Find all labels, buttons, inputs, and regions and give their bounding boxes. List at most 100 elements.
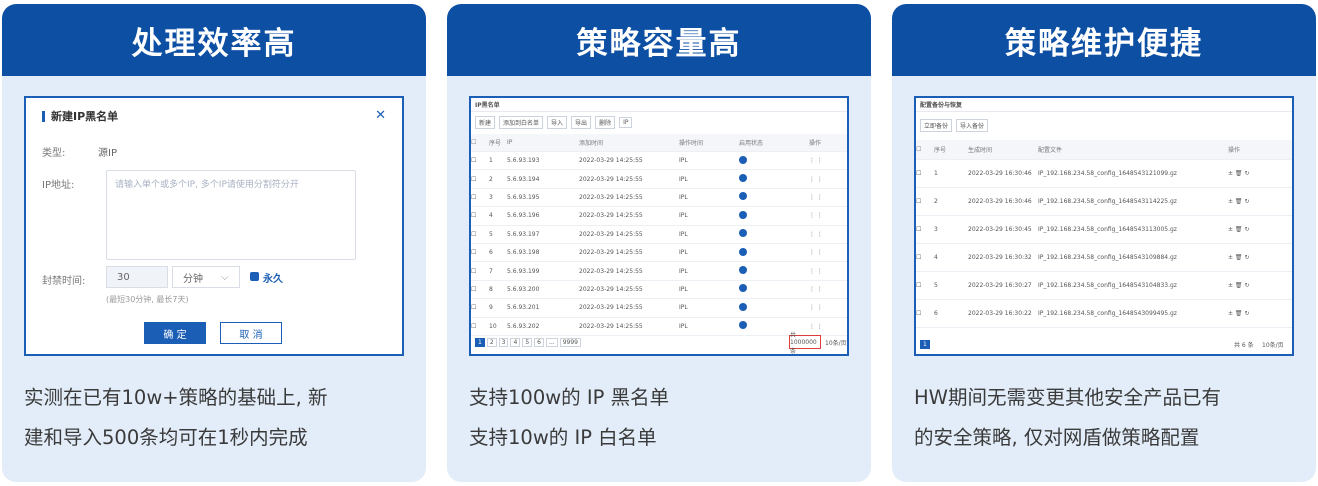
row-actions[interactable]: ⋮ ⋮ <box>809 157 841 164</box>
row-checkbox[interactable]: ☐ <box>471 176 489 183</box>
row-checkbox[interactable]: ☐ <box>471 304 489 311</box>
page-button[interactable]: 6 <box>534 338 544 347</box>
per-page-select[interactable]: 10条/页 <box>1262 340 1284 349</box>
row-ip: 5.6.93.201 <box>507 304 540 312</box>
page-button[interactable]: 1 <box>920 340 930 349</box>
toolbar-button[interactable]: 导入备份 <box>956 118 989 132</box>
status-toggle[interactable] <box>739 229 747 238</box>
toolbar-button[interactable]: 添加到白名单 <box>499 115 544 129</box>
row-actions[interactable]: ± 🗑 ↻ <box>1228 198 1288 205</box>
status-toggle[interactable] <box>739 174 747 183</box>
status-toggle[interactable] <box>739 321 747 330</box>
row-number: 6 <box>489 249 493 257</box>
toolbar-button[interactable]: 导出 <box>571 115 592 129</box>
row-checkbox[interactable]: ☐ <box>471 286 489 293</box>
table-title: 配置备份与恢复 <box>916 98 1292 112</box>
status-toggle[interactable] <box>739 247 747 256</box>
per-page-select[interactable]: 10条/页 <box>825 338 847 347</box>
row-checkbox[interactable]: ☐ <box>916 226 934 233</box>
row-checkbox[interactable]: ☐ <box>916 310 934 317</box>
row-actions[interactable]: ⋮ ⋮ <box>809 231 841 238</box>
table-row: ☐ 3 2022-03-29 16:30:45 IP_192.168.234.58_c… <box>916 216 1292 244</box>
table-row: ☐ 2 2022-03-29 16:30:46 IP_192.168.234.58_c… <box>916 188 1292 216</box>
row-actions[interactable]: ⋮ ⋮ <box>809 286 841 293</box>
status-toggle[interactable] <box>739 155 747 164</box>
page-button[interactable]: 2 <box>486 338 497 347</box>
row-actions[interactable]: ⋮ ⋮ <box>809 268 841 275</box>
time-input[interactable]: 30 <box>106 266 168 288</box>
row-actions[interactable]: ± 🗑 ↻ <box>1228 310 1288 317</box>
close-icon[interactable]: ✕ <box>375 108 386 123</box>
row-checkbox[interactable]: ☐ <box>471 268 489 275</box>
toolbar-button[interactable]: 删除 <box>595 115 616 129</box>
status-toggle[interactable] <box>739 284 747 293</box>
page-button[interactable]: 5 <box>522 338 533 347</box>
status-toggle[interactable] <box>739 302 747 311</box>
row-checkbox[interactable]: ☐ <box>916 198 934 205</box>
row-time: 2022-03-29 14:25:55 <box>579 230 643 238</box>
table-title: IP黑名单 <box>471 98 847 112</box>
row-time: 2022-03-29 14:25:55 <box>579 157 643 165</box>
row-number: 4 <box>489 212 493 220</box>
table-row: ☐ 1 5.6.93.193 2022-03-29 14:25:55 IPL ⋮ ⋮ <box>471 152 847 171</box>
forever-label: 永久 <box>263 274 283 285</box>
row-actions[interactable]: ⋮ ⋮ <box>809 176 841 183</box>
row-time: 2022-03-29 16:30:32 <box>968 254 1032 261</box>
row-actions[interactable]: ⋮ ⋮ <box>809 194 841 201</box>
page-button[interactable]: ... <box>545 338 558 347</box>
toolbar-button[interactable]: 立即备份 <box>920 118 953 132</box>
status-toggle-cell <box>739 266 809 276</box>
row-actions[interactable]: ± 🗑 ↻ <box>1228 282 1288 289</box>
row-time: 2022-03-29 14:25:55 <box>579 285 643 293</box>
row-file: IP_192.168.234.58_config_1648543121099.g… <box>1038 170 1177 177</box>
status-toggle-cell <box>739 247 809 258</box>
page-button[interactable]: 3 <box>498 338 509 347</box>
row-ip: 5.6.93.193 <box>507 157 540 165</box>
toolbar-button[interactable]: 导入 <box>547 115 568 129</box>
row-actions[interactable]: ⋮ ⋮ <box>809 212 841 219</box>
status-toggle-cell <box>739 284 809 294</box>
table-row: ☐ 9 5.6.93.201 2022-03-29 14:25:55 IPL ⋮ ⋮ <box>471 299 847 318</box>
page-button[interactable]: 4 <box>510 338 521 347</box>
table-row: ☐ 2 5.6.93.194 2022-03-29 14:25:55 IPL ⋮ ⋮ <box>471 170 847 189</box>
row-checkbox[interactable]: ☐ <box>471 231 489 238</box>
row-actions[interactable]: ⋮ ⋮ <box>809 304 841 311</box>
table-header-row: ☐ 序号 生成时间 配置文件 操作 <box>916 140 1292 160</box>
row-checkbox[interactable]: ☐ <box>471 194 489 201</box>
ip-input[interactable]: 请输入单个或多个IP, 多个IP请使用分割符分开 <box>106 170 356 260</box>
column-header: 序号 <box>934 147 947 154</box>
row-actions[interactable]: ± 🗑 ↻ <box>1228 226 1288 233</box>
unit-select[interactable]: 分钟 ⌵ <box>172 266 240 288</box>
row-actions[interactable]: ⋮ ⋮ <box>809 249 841 256</box>
status-toggle[interactable] <box>739 192 747 201</box>
column-header: 序号 <box>489 140 502 147</box>
dialog-title: 新建IP黑名单 <box>42 108 386 124</box>
toolbar-button[interactable]: IP <box>619 116 633 128</box>
feature-card-capacity: 策略容量高 IP黑名单 新建 添加到白名单 导入 导出 删除 IP ☐ 序号 IP 添加时间 操作… <box>447 4 871 482</box>
row-number: 8 <box>489 285 493 293</box>
table-toolbar: 立即备份 导入备份 <box>916 112 1292 138</box>
row-actions[interactable]: ± 🗑 ↻ <box>1228 254 1288 261</box>
row-checkbox[interactable]: ☐ <box>916 282 934 289</box>
row-checkbox[interactable]: ☐ <box>916 170 934 177</box>
page-button[interactable]: 1 <box>475 338 485 347</box>
row-checkbox[interactable]: ☐ <box>471 323 489 330</box>
select-all-checkbox[interactable]: ☐ <box>916 146 934 153</box>
page-button[interactable]: 9999 <box>559 338 581 347</box>
new-blacklist-dialog: 新建IP黑名单 ✕ 类型: 源IP IP地址: 请输入单个或多个IP, 多个IP请… <box>26 98 402 354</box>
confirm-button[interactable]: 确 定 <box>144 322 206 344</box>
status-toggle[interactable] <box>739 266 747 275</box>
row-checkbox[interactable]: ☐ <box>916 254 934 261</box>
row-checkbox[interactable]: ☐ <box>471 212 489 219</box>
select-all-checkbox[interactable]: ☐ <box>471 139 489 146</box>
toolbar-button[interactable]: 新建 <box>475 115 496 129</box>
row-checkbox[interactable]: ☐ <box>471 157 489 164</box>
forever-checkbox[interactable] <box>250 272 259 281</box>
total-count: 共 6 条 <box>1234 342 1254 349</box>
row-actions[interactable]: ± 🗑 ↻ <box>1228 170 1288 177</box>
chevron-down-icon: ⌵ <box>221 271 229 283</box>
cancel-button[interactable]: 取 消 <box>220 322 282 344</box>
status-toggle[interactable] <box>739 210 747 219</box>
row-checkbox[interactable]: ☐ <box>471 249 489 256</box>
row-time: 2022-03-29 16:30:27 <box>968 282 1032 289</box>
